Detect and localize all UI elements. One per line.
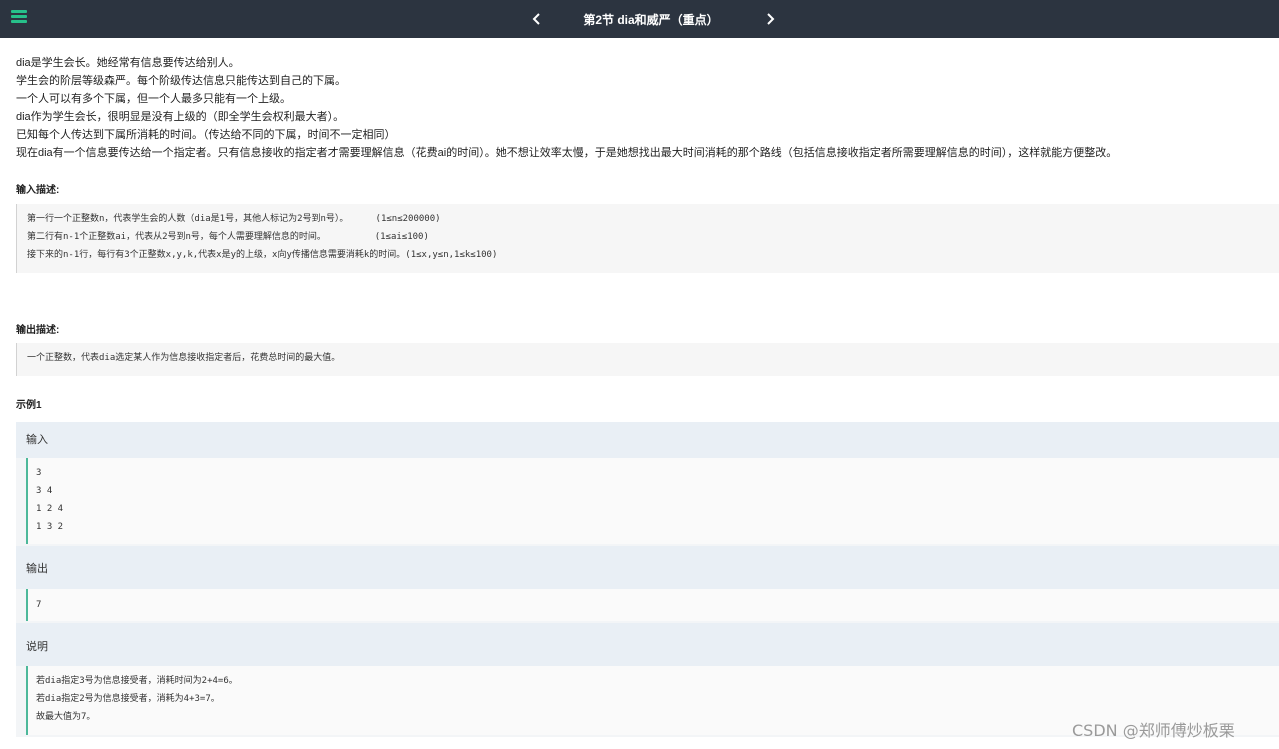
example-input-line: 1 3 2	[36, 522, 64, 532]
menu-bar-line	[11, 20, 27, 23]
input-description-title: 输入描述:	[16, 185, 60, 196]
example-input-line: 1 2 4	[36, 504, 64, 514]
example-explain-line: 若dia指定2号为信息接受者，消耗为4+3=7。	[36, 694, 220, 704]
description-line: dia是学生会长。她经常有信息要传达给别人。	[16, 57, 240, 69]
output-description-title: 输出描述:	[16, 325, 60, 336]
description-line: 一个人可以有多个下属，但一个人最多只能有一个上级。	[16, 93, 291, 105]
chevron-right-icon[interactable]	[764, 11, 778, 27]
input-description-line: 接下来的n-1行，每行有3个正整数x,y,k,代表x是y的上级，x向y传播信息需…	[27, 250, 498, 260]
description-line: dia作为学生会长，很明显是没有上级的（即全学生会权利最大者）。	[16, 111, 345, 123]
input-description-box: 第一行一个正整数n，代表学生会的人数（dia是1号，其他人标记为2号到n号）。 …	[16, 204, 1279, 273]
page-title: 第2节 dia和威严（重点）	[583, 13, 719, 27]
example-explain-line: 若dia指定3号为信息接受者，消耗时间为2+4=6。	[36, 676, 238, 686]
description-line: 现在dia有一个信息要传达给一个指定者。只有信息接收的指定者才需要理解信息（花费…	[16, 147, 1118, 159]
example-output-line: 7	[36, 600, 42, 610]
top-navigation-bar: 第2节 dia和威严（重点）	[0, 0, 1279, 38]
input-description-line: 第一行一个正整数n，代表学生会的人数（dia是1号，其他人标记为2号到n号）。 …	[27, 214, 441, 224]
description-line: 学生会的阶层等级森严。每个阶级传达信息只能传达到自己的下属。	[16, 75, 346, 87]
example-input-box: 3 3 4 1 2 4 1 3 2	[26, 458, 1279, 544]
example-input-line: 3 4	[36, 486, 53, 496]
watermark: CSDN @郑师傅炒板栗	[1072, 721, 1235, 740]
menu-bar-line	[11, 15, 27, 18]
menu-bar-line	[11, 10, 27, 13]
example-output-label: 输出	[16, 546, 1279, 589]
example-title: 示例1	[16, 400, 42, 411]
problem-description: dia是学生会长。她经常有信息要传达给别人。 学生会的阶层等级森严。每个阶级传达…	[16, 54, 1279, 162]
chevron-left-icon[interactable]	[531, 11, 545, 27]
example-explain-label: 说明	[16, 623, 1279, 666]
output-description-box: 一个正整数，代表dia选定某人作为信息接收指定者后，花费总时间的最大值。	[16, 343, 1279, 376]
example-input-line: 3	[36, 468, 42, 478]
example-output-box: 7	[26, 589, 1279, 621]
input-description-line: 第二行有n-1个正整数ai，代表从2号到n号，每个人需要理解信息的时间。 (1≤…	[27, 232, 429, 242]
example-input-label: 输入	[16, 422, 1279, 458]
output-description-line: 一个正整数，代表dia选定某人作为信息接收指定者后，花费总时间的最大值。	[27, 353, 341, 363]
hamburger-menu-icon[interactable]	[11, 9, 27, 25]
description-line: 已知每个人传达到下属所消耗的时间。（传达给不同的下属，时间不一定相同）	[16, 129, 396, 141]
